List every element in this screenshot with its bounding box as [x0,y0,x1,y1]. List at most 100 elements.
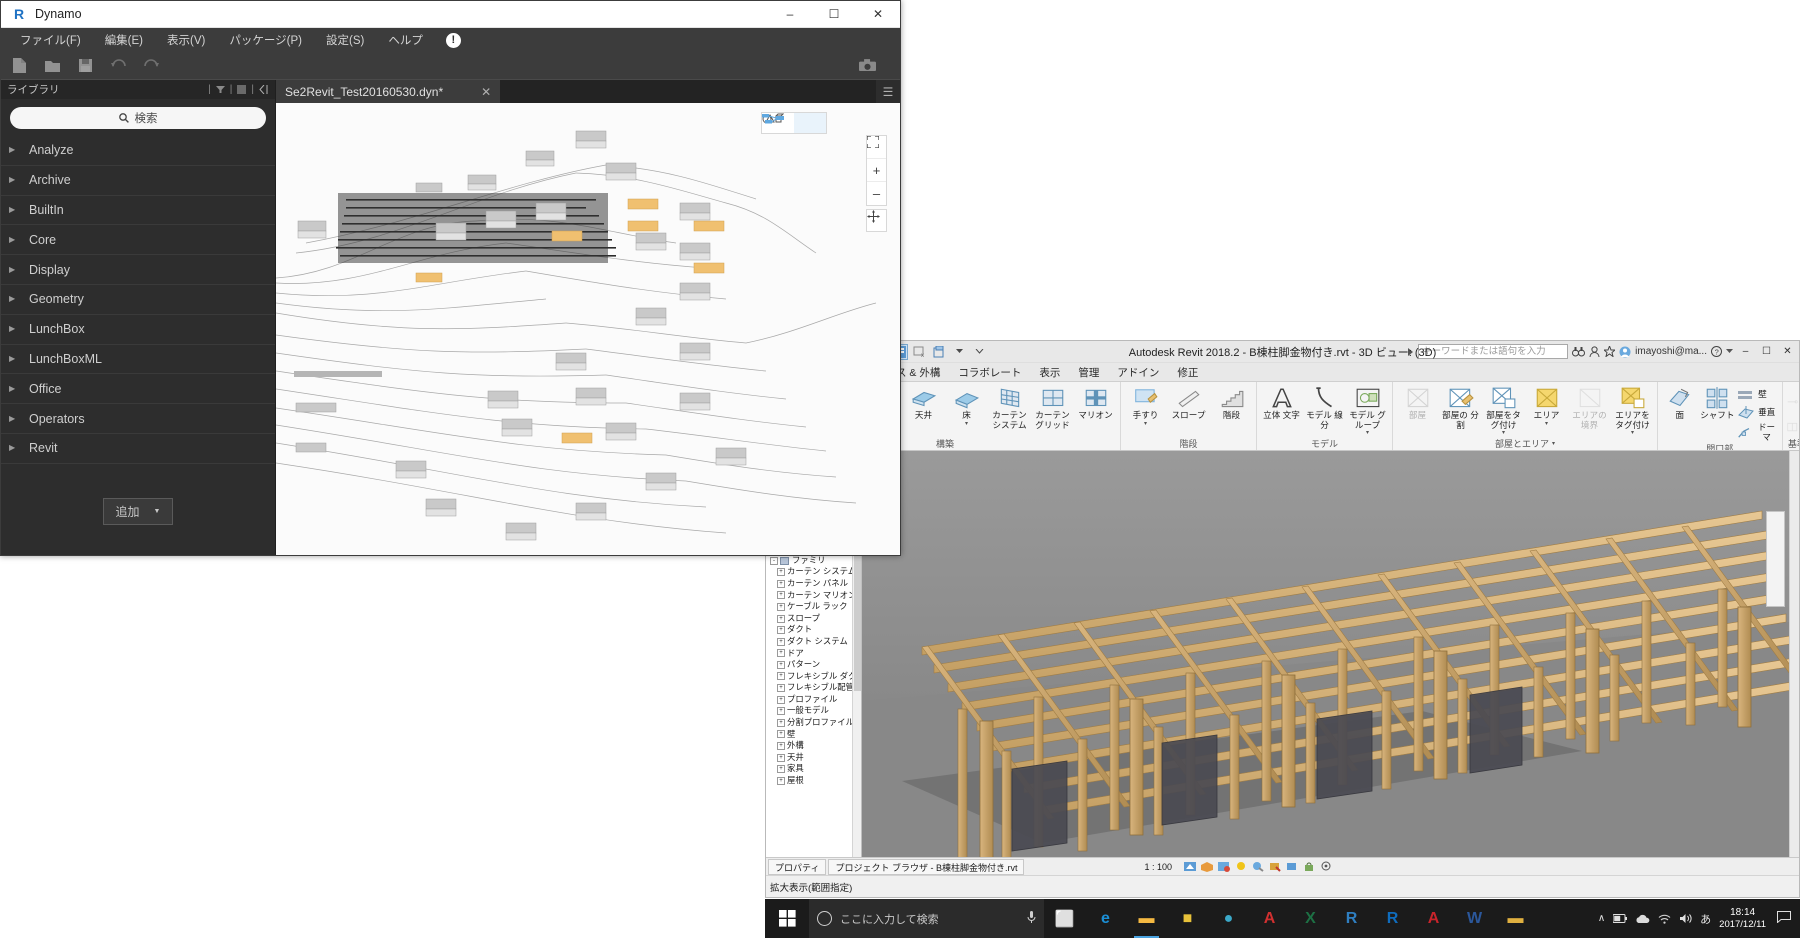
chevron-down-icon[interactable]: ▾ [1502,431,1505,436]
overflow-icon[interactable] [970,344,988,360]
expand-icon[interactable]: + [777,765,785,773]
library-search-input[interactable]: 検索 [10,107,266,129]
wifi-icon[interactable] [1658,914,1671,924]
zoom-in-button[interactable]: + [867,159,886,182]
dynamo-tab-bar[interactable]: Se2Revit_Test20160530.dyn* ✕ ☰ [276,80,900,103]
tree-node[interactable]: +天井 [770,752,861,764]
close-hidden-icon[interactable]: x [910,344,928,360]
revit-minimize-button[interactable]: – [1737,346,1754,357]
expand-icon[interactable]: + [777,649,785,657]
expand-icon[interactable]: + [777,672,785,680]
menu-help[interactable]: ヘルプ [377,29,434,51]
open-folder-icon[interactable] [44,57,61,74]
revit-tab-6[interactable]: 管理 [1069,365,1108,380]
ribbon-button-curtain-grid[interactable]: カーテン グリッド [1032,385,1073,430]
ribbon-button-area[interactable]: エリア▾ [1526,385,1567,427]
graph-tab-close-icon[interactable]: ✕ [481,85,491,99]
export-icon[interactable] [930,344,948,360]
tree-node[interactable]: +一般モデル [770,705,861,717]
sun-path-icon[interactable] [1218,861,1230,872]
tree-node[interactable]: +ダクト [770,624,861,636]
revit-ribbon[interactable]: ーネント▾柱▾屋根▾天井床▾カーテン システムカーテン グリッドマリオン構築手す… [766,382,1799,451]
panel-dropdown-icon[interactable]: ▾ [1552,440,1555,447]
ribbon-button-mullion[interactable]: マリオン [1075,385,1116,421]
tree-node[interactable]: +カーテン パネル [770,578,861,590]
chevron-down-icon[interactable]: ▾ [1366,431,1369,436]
word-icon[interactable]: W [1454,899,1495,938]
ribbon-button-railing[interactable]: 手すり▾ [1125,385,1166,427]
menu-packages[interactable]: パッケージ(P) [218,29,313,51]
chevron-down-icon-2[interactable] [950,344,968,360]
dynamo-graph-area[interactable]: Se2Revit_Test20160530.dyn* ✕ ☰ [276,80,900,555]
onedrive-icon[interactable] [1635,914,1650,924]
expand-icon[interactable]: + [777,730,785,738]
expand-icon[interactable]: + [777,754,785,762]
dynamo-minimize-button[interactable]: – [768,1,812,28]
fit-to-screen-icon[interactable] [867,136,886,159]
new-file-icon[interactable] [11,57,28,74]
collapse-panel-icon[interactable] [259,85,269,94]
tree-node[interactable]: +カーテン マリオン [770,590,861,602]
revit-3d-viewport[interactable] [862,451,1799,857]
ribbon-button-curtain-system[interactable]: カーテン システム [989,385,1030,430]
microphone-icon[interactable] [1027,911,1036,927]
menu-settings[interactable]: 設定(S) [315,29,375,51]
revit-user-label[interactable]: imayoshi@ma... [1635,346,1707,357]
tree-node[interactable]: +家具 [770,763,861,775]
taskbar-clock[interactable]: 18:14 2017/12/11 [1719,907,1766,931]
ribbon-button-model-text[interactable]: 立体 文字 [1261,385,1302,421]
revit-tab-5[interactable]: 表示 [1030,365,1069,380]
taskbar-app-list[interactable]: ⬜e▬■●AXRRAW▬ [1044,899,1536,938]
ribbon-button-room-separator[interactable]: 部屋の 分割 [1440,385,1481,430]
signin-icon[interactable] [1589,346,1600,358]
tree-node[interactable]: +スロープ [770,613,861,625]
tree-node[interactable]: +壁 [770,729,861,741]
windows-taskbar[interactable]: ここに入力して検索 ⬜e▬■●AXRRAW▬ ∧ あ 18:14 2017/12… [765,899,1800,938]
dynamo-close-button[interactable]: ✕ [856,1,900,28]
filter-icon[interactable] [216,85,225,94]
revit-window[interactable]: A x Autodesk Revit 2018.2 - B棟柱脚金物付き.rvt… [765,340,1800,898]
add-button[interactable]: 追加 ▼ [103,498,174,525]
save-icon[interactable] [77,57,94,74]
tab-bar-menu-icon[interactable]: ☰ [876,80,900,103]
star-icon[interactable] [1604,346,1615,357]
library-item-operators[interactable]: ▶Operators [1,404,275,434]
ribbon-button-stair[interactable]: 階段 [1211,385,1252,421]
tree-node[interactable]: +フレキシブル配管 [770,682,861,694]
ribbon-button-opening-face[interactable]: 面 [1662,385,1698,421]
file-explorer-icon[interactable]: ▬ [1126,899,1167,938]
tree-node[interactable]: +フレキシブル ダクト [770,671,861,683]
library-item-archive[interactable]: ▶Archive [1,166,275,196]
revit-tab-7[interactable]: アドイン [1108,365,1168,380]
help-chevron-icon[interactable] [1726,349,1733,354]
ribbon-button-model-line[interactable]: モデル 線分 [1304,385,1345,430]
ribbon-button-ramp[interactable]: スロープ [1168,385,1209,421]
dynamo-node-canvas[interactable]: + – [276,103,900,555]
revit-maximize-button[interactable]: ☐ [1758,346,1775,357]
warning-badge-icon[interactable]: ! [446,33,461,48]
ime-indicator[interactable]: あ [1700,911,1711,927]
expand-icon[interactable]: + [777,591,785,599]
folder2-icon[interactable]: ▬ [1495,899,1536,938]
shadows-icon[interactable] [1235,861,1247,872]
library-item-office[interactable]: ▶Office [1,374,275,404]
undo-icon[interactable] [110,57,127,74]
tree-node[interactable]: +ダクト システム [770,636,861,648]
chevron-down-icon[interactable]: ▾ [1144,422,1147,427]
menu-edit[interactable]: 編集(E) [94,29,154,51]
ribbon-small-button-wall-opening[interactable]: 壁 [1737,387,1778,403]
canvas-zoom-controls[interactable]: + – [866,135,887,206]
navigation-bar[interactable] [1766,511,1785,607]
expand-icon[interactable]: + [777,615,785,623]
tree-node[interactable]: +ケーブル ラック [770,601,861,613]
revit-ribbon-tabs[interactable]: 入注釈解析マス & 外構コラボレート表示管理アドイン修正 [766,363,1799,382]
temporary-hide-icon[interactable] [1320,861,1332,872]
menu-view[interactable]: 表示(V) [156,29,216,51]
expand-icon[interactable]: + [777,777,785,785]
help-icon[interactable]: ? [1711,346,1722,357]
ribbon-button-tag-room[interactable]: 部屋をタグ付け▾ [1483,385,1524,436]
start-icon[interactable] [765,899,809,938]
viewport-right-scrollbar[interactable] [1789,451,1799,857]
ribbon-button-model-group[interactable]: モデル グループ▾ [1347,385,1388,436]
graph-view-icon[interactable] [794,113,826,133]
